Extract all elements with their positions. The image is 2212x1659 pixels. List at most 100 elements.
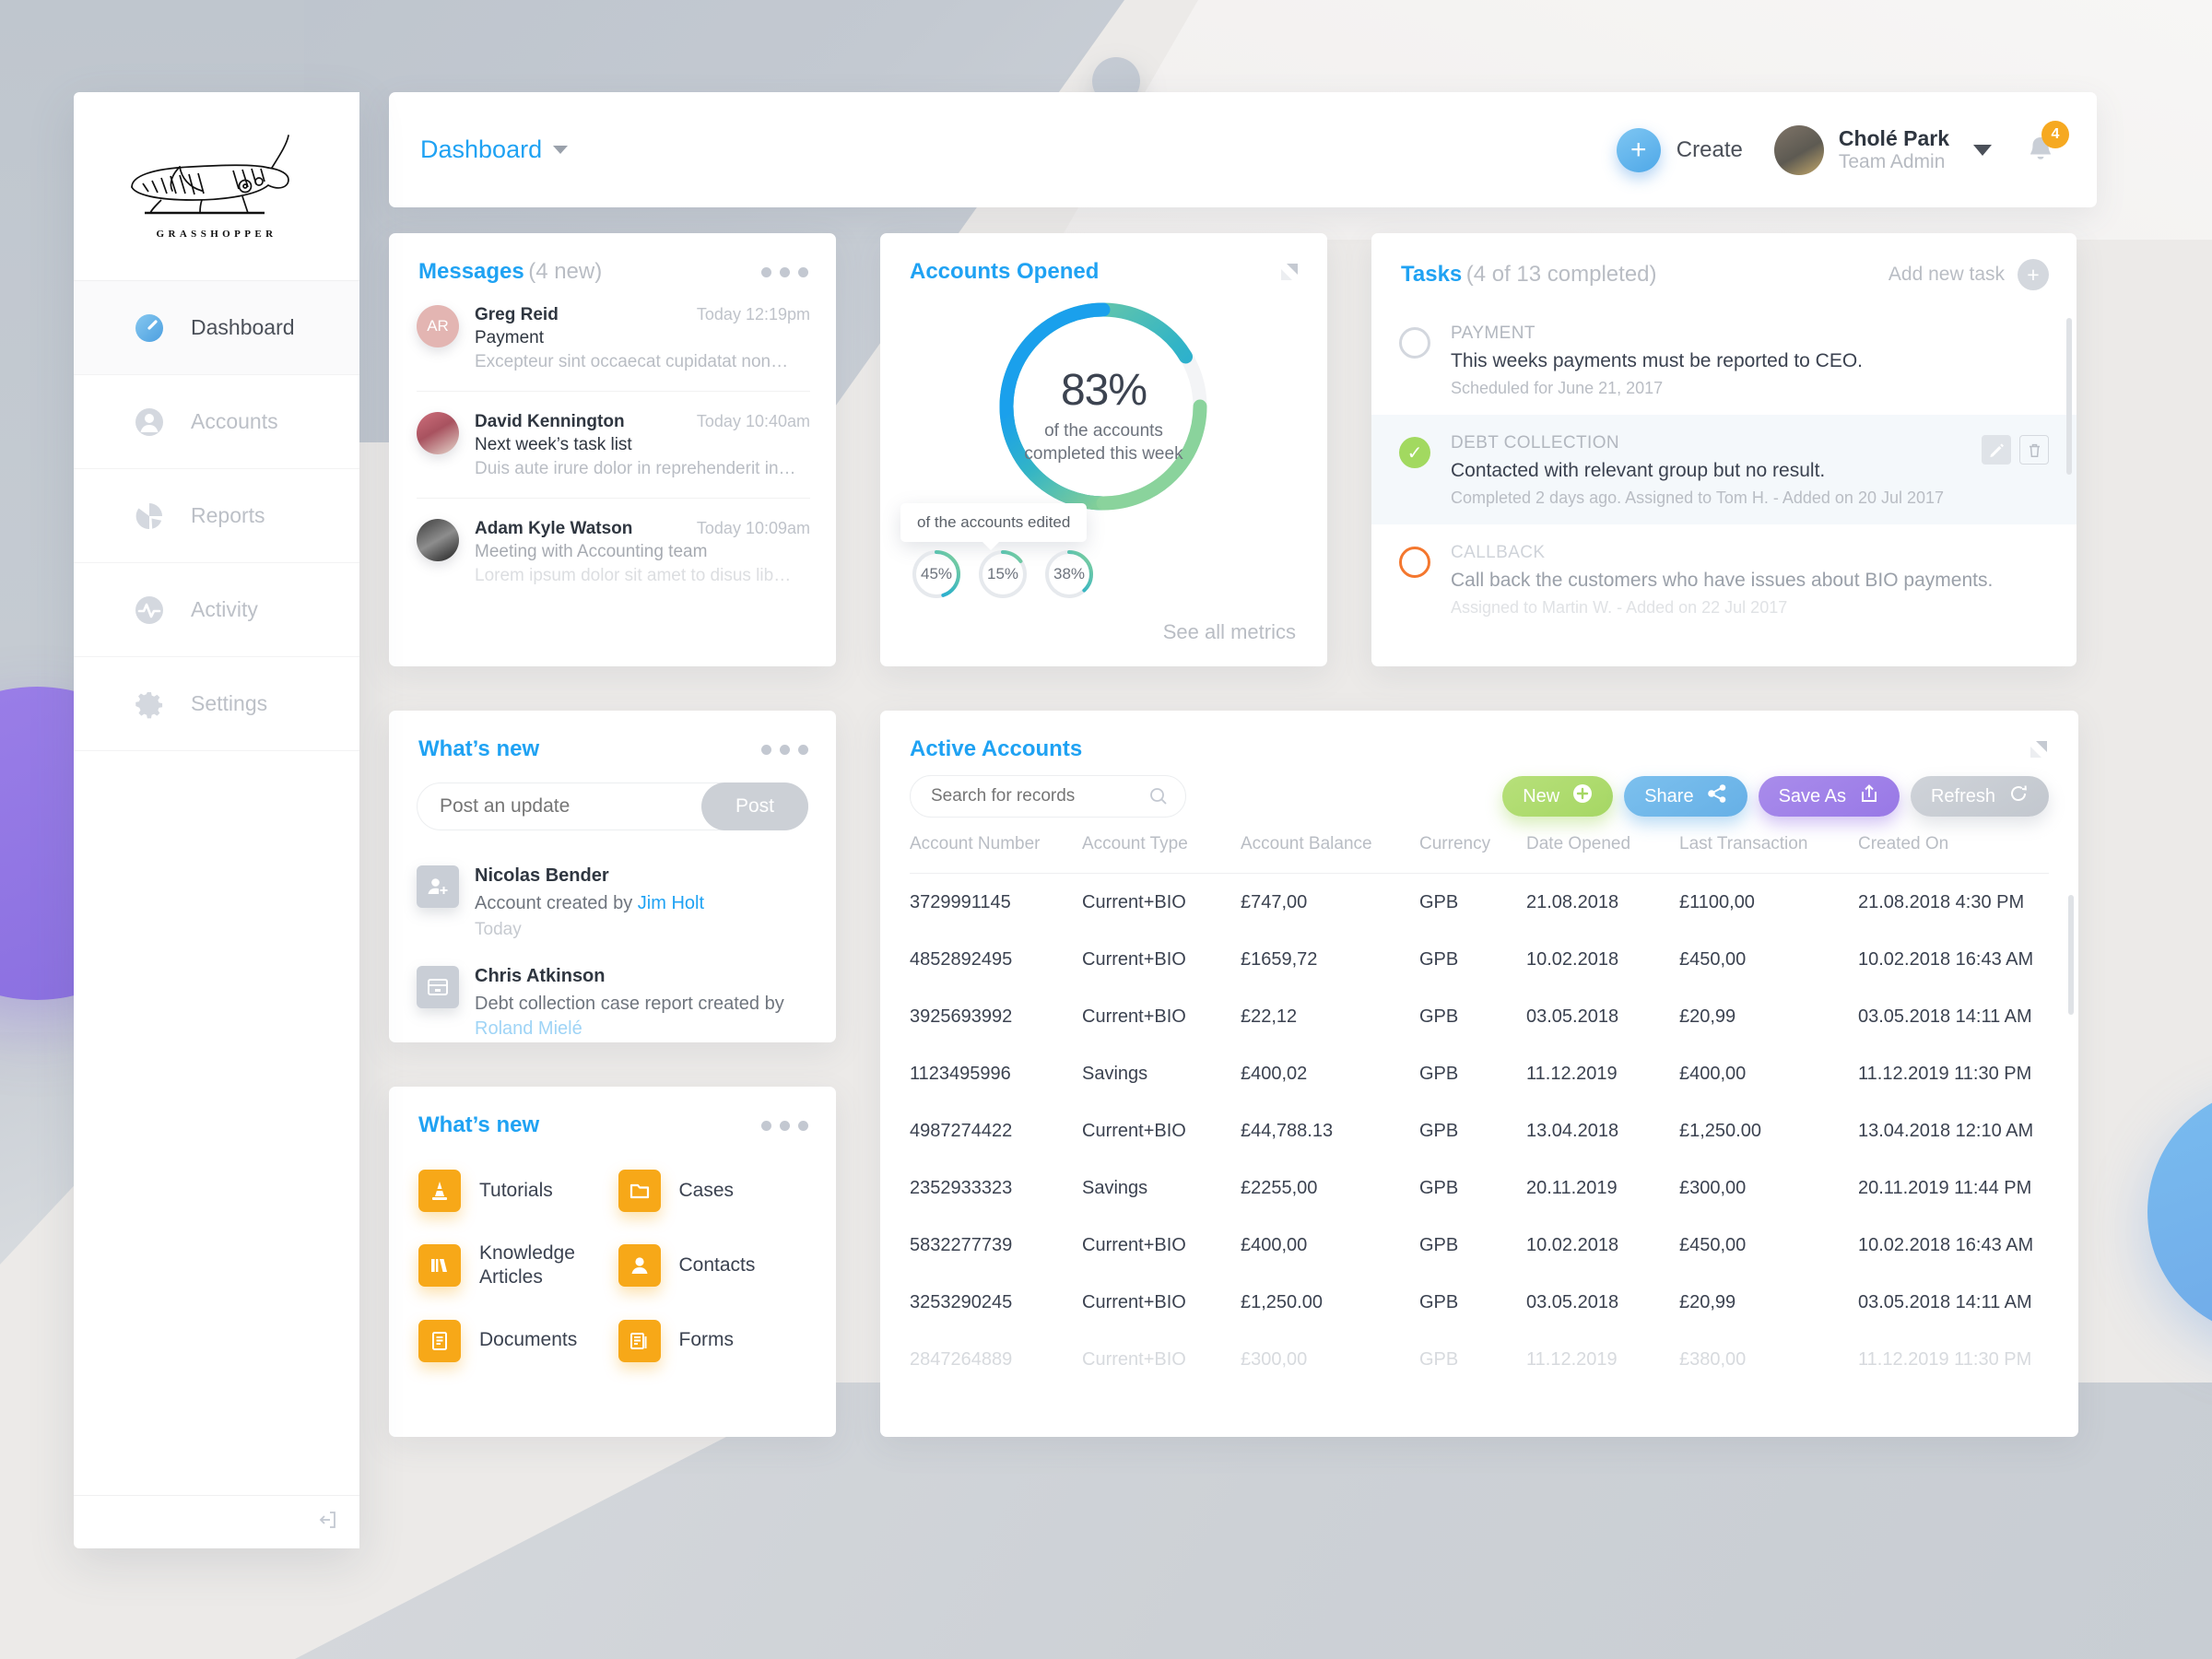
accounts-table: Account Number Account Type Account Bala…	[880, 834, 2078, 1388]
sidebar-item-label: Accounts	[191, 409, 278, 433]
share-button[interactable]: Share	[1624, 776, 1747, 817]
brand-wordmark: GRASSHOPPER	[156, 228, 277, 240]
tile-tutorials[interactable]: Tutorials	[418, 1170, 609, 1212]
message-preview: Lorem ipsum dolor sit amet to disus lib…	[475, 566, 792, 585]
table-row[interactable]: 5832277739 Current+BIO £400,00 GPB 10.02…	[910, 1217, 2049, 1274]
sidebar-item-reports[interactable]: Reports	[74, 469, 359, 563]
cell-created-on: 13.04.2018 12:10 AM	[1858, 1121, 2034, 1141]
message-time: Today 10:09am	[696, 519, 810, 537]
column-header[interactable]: Account Number	[910, 834, 1082, 873]
mini-donut[interactable]: 38%	[1042, 547, 1096, 601]
task-checkbox-pending-icon[interactable]	[1399, 547, 1430, 578]
cell-account-type: Current+BIO	[1082, 1121, 1186, 1141]
feed-link[interactable]: Roland Mielé	[475, 1018, 582, 1039]
pie-chart-icon	[133, 500, 166, 533]
cell-account-balance: £44,788.13	[1241, 1121, 1334, 1141]
table-row[interactable]: 1123495996 Savings £400,02 GPB 11.12.201…	[910, 1045, 2049, 1102]
cell-date-opened: 20.11.2019	[1526, 1178, 1618, 1198]
add-new-task-button[interactable]: Add new task +	[1888, 259, 2049, 290]
user-menu[interactable]: Cholé Park Team Admin	[1773, 124, 2019, 175]
mini-donut[interactable]: 15%	[976, 547, 1030, 601]
cell-last-transaction: £1,250.00	[1679, 1121, 1761, 1141]
cell-account-number: 3729991145	[910, 892, 1011, 912]
search-input[interactable]	[910, 775, 1186, 818]
activity-pulse-icon	[133, 594, 166, 627]
table-row[interactable]: 4987274422 Current+BIO £44,788.13 GPB 13…	[910, 1102, 2049, 1159]
sidebar-item-dashboard[interactable]: Dashboard	[74, 281, 359, 375]
tile-cases[interactable]: Cases	[618, 1170, 809, 1212]
feed-link[interactable]: Jim Holt	[638, 893, 704, 913]
list-item[interactable]: Chris Atkinson Debt collection case repo…	[417, 966, 808, 1041]
task-text: This weeks payments must be reported to …	[1451, 350, 1864, 371]
table-row[interactable]: 2847264889 Current+BIO £300,00 GPB 11.12…	[910, 1331, 2049, 1388]
expand-icon[interactable]	[1279, 262, 1300, 282]
table-row[interactable]: 3925693992 Current+BIO £22,12 GPB 03.05.…	[910, 988, 2049, 1045]
column-header[interactable]: Currency	[1419, 834, 1526, 873]
refresh-button-label: Refresh	[1930, 785, 1995, 806]
task-checkbox-checked-icon[interactable]: ✓	[1399, 437, 1430, 468]
breadcrumb[interactable]: Dashboard	[420, 135, 569, 164]
pencil-icon[interactable]	[1982, 435, 2011, 465]
sidebar-item-activity[interactable]: Activity	[74, 563, 359, 657]
cell-last-transaction: £300,00	[1679, 1178, 1747, 1198]
share-button-label: Share	[1644, 785, 1694, 806]
plus-circle-icon	[1572, 783, 1593, 809]
list-item[interactable]: Nicolas Bender Account created by Jim Ho…	[417, 865, 808, 940]
whats-new-feed-list: Nicolas Bender Account created by Jim Ho…	[389, 830, 836, 1041]
tile-knowledge-articles[interactable]: Knowledge Articles	[418, 1241, 609, 1290]
scrollbar-vertical[interactable]	[2068, 895, 2074, 1015]
trash-icon[interactable]	[2019, 435, 2049, 465]
table-row[interactable]: 3253290245 Current+BIO £1,250.00 GPB 03.…	[910, 1274, 2049, 1331]
table-row[interactable]: 4852892495 Current+BIO £1659,72 GPB 10.0…	[910, 931, 2049, 988]
message-preview: Excepteur sint occaecat cupidatat non…	[475, 352, 789, 371]
cell-account-balance: £300,00	[1241, 1349, 1308, 1370]
cell-account-number: 2352933323	[910, 1178, 1013, 1198]
table-row[interactable]: 2352933323 Savings £2255,00 GPB 20.11.20…	[910, 1159, 2049, 1217]
column-header[interactable]: Last Transaction	[1679, 834, 1858, 873]
task-category: PAYMENT	[1451, 324, 1535, 343]
task-row[interactable]: ✓ DEBT COLLECTION Contacted with relevan…	[1371, 415, 2077, 524]
cell-last-transaction: £450,00	[1679, 1235, 1747, 1255]
create-button[interactable]: + Create	[1616, 127, 1743, 172]
tile-documents[interactable]: Documents	[418, 1319, 609, 1362]
cell-last-transaction: £400,00	[1679, 1064, 1747, 1084]
contact-person-icon	[618, 1244, 661, 1288]
active-accounts-title: Active Accounts	[910, 736, 1083, 761]
list-item[interactable]: AR Greg Reid Today 12:19pm Payment Excep…	[417, 285, 810, 392]
notifications-button[interactable]: 4	[2019, 120, 2069, 171]
logout-icon[interactable]	[317, 1509, 339, 1535]
brand-logo[interactable]: GRASSHOPPER	[74, 92, 359, 281]
tile-forms[interactable]: Forms	[618, 1319, 809, 1362]
column-header[interactable]: Account Type	[1082, 834, 1241, 873]
list-item[interactable]: David Kennington Today 10:40am Next week…	[417, 392, 810, 499]
list-item[interactable]: Adam Kyle Watson Today 10:09am Meeting w…	[417, 499, 810, 605]
see-all-metrics-link[interactable]: See all metrics	[1163, 620, 1296, 644]
mini-donut[interactable]: 45%	[910, 547, 963, 601]
cell-account-type: Current+BIO	[1082, 1235, 1186, 1255]
new-button[interactable]: New	[1502, 776, 1614, 817]
more-horizontal-icon[interactable]	[761, 266, 808, 277]
sidebar-item-settings[interactable]: Settings	[74, 657, 359, 751]
task-meta: Completed 2 days ago. Assigned to Tom H.…	[1451, 488, 1945, 507]
column-header[interactable]: Created On	[1858, 834, 2049, 873]
refresh-button[interactable]: Refresh	[1910, 776, 2049, 817]
column-header[interactable]: Account Balance	[1241, 834, 1419, 873]
sidebar-item-accounts[interactable]: Accounts	[74, 375, 359, 469]
cell-created-on: 03.05.2018 14:11 AM	[1858, 1006, 2032, 1027]
save-as-button[interactable]: Save As	[1758, 776, 1900, 817]
task-checkbox-icon[interactable]	[1399, 327, 1430, 359]
feed-author: Chris Atkinson	[475, 966, 606, 987]
scrollbar-vertical[interactable]	[2066, 318, 2072, 475]
task-row[interactable]: CALLBACK Call back the customers who hav…	[1371, 524, 2077, 634]
expand-icon[interactable]	[2029, 739, 2049, 759]
message-sender: Adam Kyle Watson	[475, 519, 633, 538]
post-button[interactable]: Post	[701, 782, 808, 830]
mini-donut-label: 15%	[986, 565, 1019, 582]
more-horizontal-icon[interactable]	[761, 744, 808, 755]
more-horizontal-icon[interactable]	[761, 1120, 808, 1131]
column-header[interactable]: Date Opened	[1526, 834, 1679, 873]
table-row[interactable]: 3729991145 Current+BIO £747,00 GPB 21.08…	[910, 874, 2049, 931]
task-row[interactable]: PAYMENT This weeks payments must be repo…	[1371, 305, 2077, 415]
search-icon[interactable]	[1148, 786, 1169, 811]
tile-contacts[interactable]: Contacts	[618, 1241, 809, 1290]
